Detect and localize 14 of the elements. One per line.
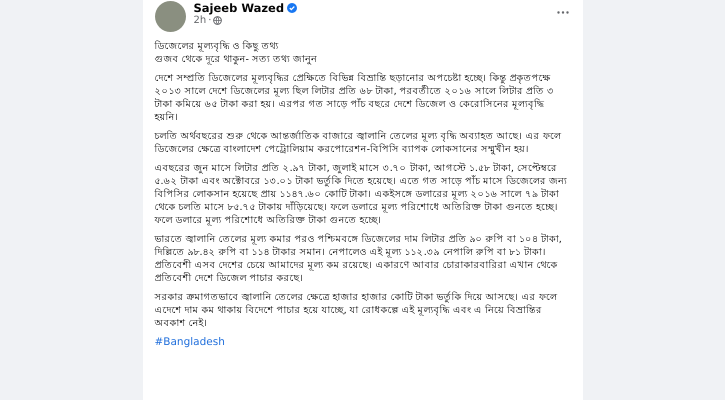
post-paragraph: দেশে সম্প্রতি ডিজেলের মূল্যবৃদ্ধির প্রেক্ষিতে বিভিন্ন বিভ্রান্তি ছড়ানোর অপচেষ্টা হচ্ছে। কিন্তু প্রকৃতপক্ষে ২০১৩ সালে দেশে ডিজেলের মূল্য ছিল লিটার প্রতি ৬৮ টাকা, পরবর্তীতে ২০১৬ সালে লিটার প্রতি ৩ টাকা কমিয়ে ৬৫ টাকা করা হয়। এরপর গত সাড়ে পাঁচ বছরে দেশে ডিজেল ও কেরোসিনের মূল্যবৃদ্ধি হয়নি। xyxy=(154,72,555,124)
post-paragraph: চলতি অর্থবছরের শুরু থেকে আন্তর্জাতিক বাজারে জ্বালানি তেলের মূল্য বৃদ্ধি অব্যাহত আছে। এর ফলে ডিজেলের ক্ষেত্রে বাংলাদেশ পেট্রোলিয়াম করপোরেশন-বিপিসি ব্যাপক লোকসানের সম্মুখীন হয়। xyxy=(154,130,562,156)
post-paragraph: ভারতে জ্বালানি তেলের মূল্য কমার পরও পশ্চিমবঙ্গে ডিজেলের দাম লিটার প্রতি ৯০ রুপি বা ১০৪ টাকা, দিল্লিতে ৯৮.৪২ রুপি বা ১১৪ টাকার সমান। নেপালেও এই মূল্য ১১২.৩৯ নেপালি রুপি বা ৮১ টাকা। প্রতিবেশী এসব দেশের চেয়ে আমাদের মূল্য কম রয়েছে। একারণে আবার চোরাকারবারিরা এখান থেকে প্রতিবেশী দেশে ডিজেল পাচার করছে। xyxy=(154,233,563,285)
avatar[interactable] xyxy=(154,1,186,32)
post-title-line: গুজব থেকে দূরে থাকুন- সত্য তথ্য জানুন xyxy=(154,53,318,66)
post-paragraph: সরকার ক্রমাগতভাবে জ্বালানি তেলের ক্ষেত্রে হাজার হাজার কোটি টাকা ভর্তুকি দিয়ে আসছে। এর ফলে এদেশে দাম কম থাকায় বিদেশে পাচার হয়ে যাচ্ছে, যা রোধকল্পে এই মূল্যবৃদ্ধি এবং এ নিয়ে বিভ্রান্তির অবকাশ নেই। xyxy=(154,291,558,330)
post-time[interactable]: 2h xyxy=(194,15,206,26)
author-name[interactable]: Sajeeb Wazed xyxy=(194,1,284,15)
post-title-line: ডিজেলের মূল্যবৃদ্ধি ও কিছু তথ্য xyxy=(154,40,280,53)
separator-dot: · xyxy=(208,15,212,26)
globe-icon xyxy=(213,16,222,25)
hashtag-link[interactable]: #Bangladesh xyxy=(154,336,225,348)
more-options-icon[interactable] xyxy=(556,11,568,14)
post-paragraph: এবছরের জুন মাসে লিটার প্রতি ২.৯৭ টাকা, জুলাই মাসে ৩.৭০ টাকা, আগস্টে ১.৫৮ টাকা, সেপ্টেম্বরে ৫.৬২ টাকা এবং অক্টোবরে ১৩.০১ টাকা ভর্তুকি দিতে হয়েছে। এতে গত সাড়ে পাঁচ মাসে ডিজেলের জন্য বিপিসির লোকসান হয়েছে প্রায় ১১৪৭.৬০ কোটি টাকা। একইসঙ্গে ডলারের মূল্য ২০১৬ সালে ৭৯ টাকা থেকে চলতি মাসে ৮৫.৭৫ টাকায় দাঁড়িয়েছে। ফলে ডলারে মূল্য পরিশোধে অতিরিক্ত টাকা গুনতে হচ্ছে। ফলে ডলারে মূল্য পরিশোধে অতিরিক্ত টাকা গুনতে হচ্ছে। xyxy=(154,162,568,227)
